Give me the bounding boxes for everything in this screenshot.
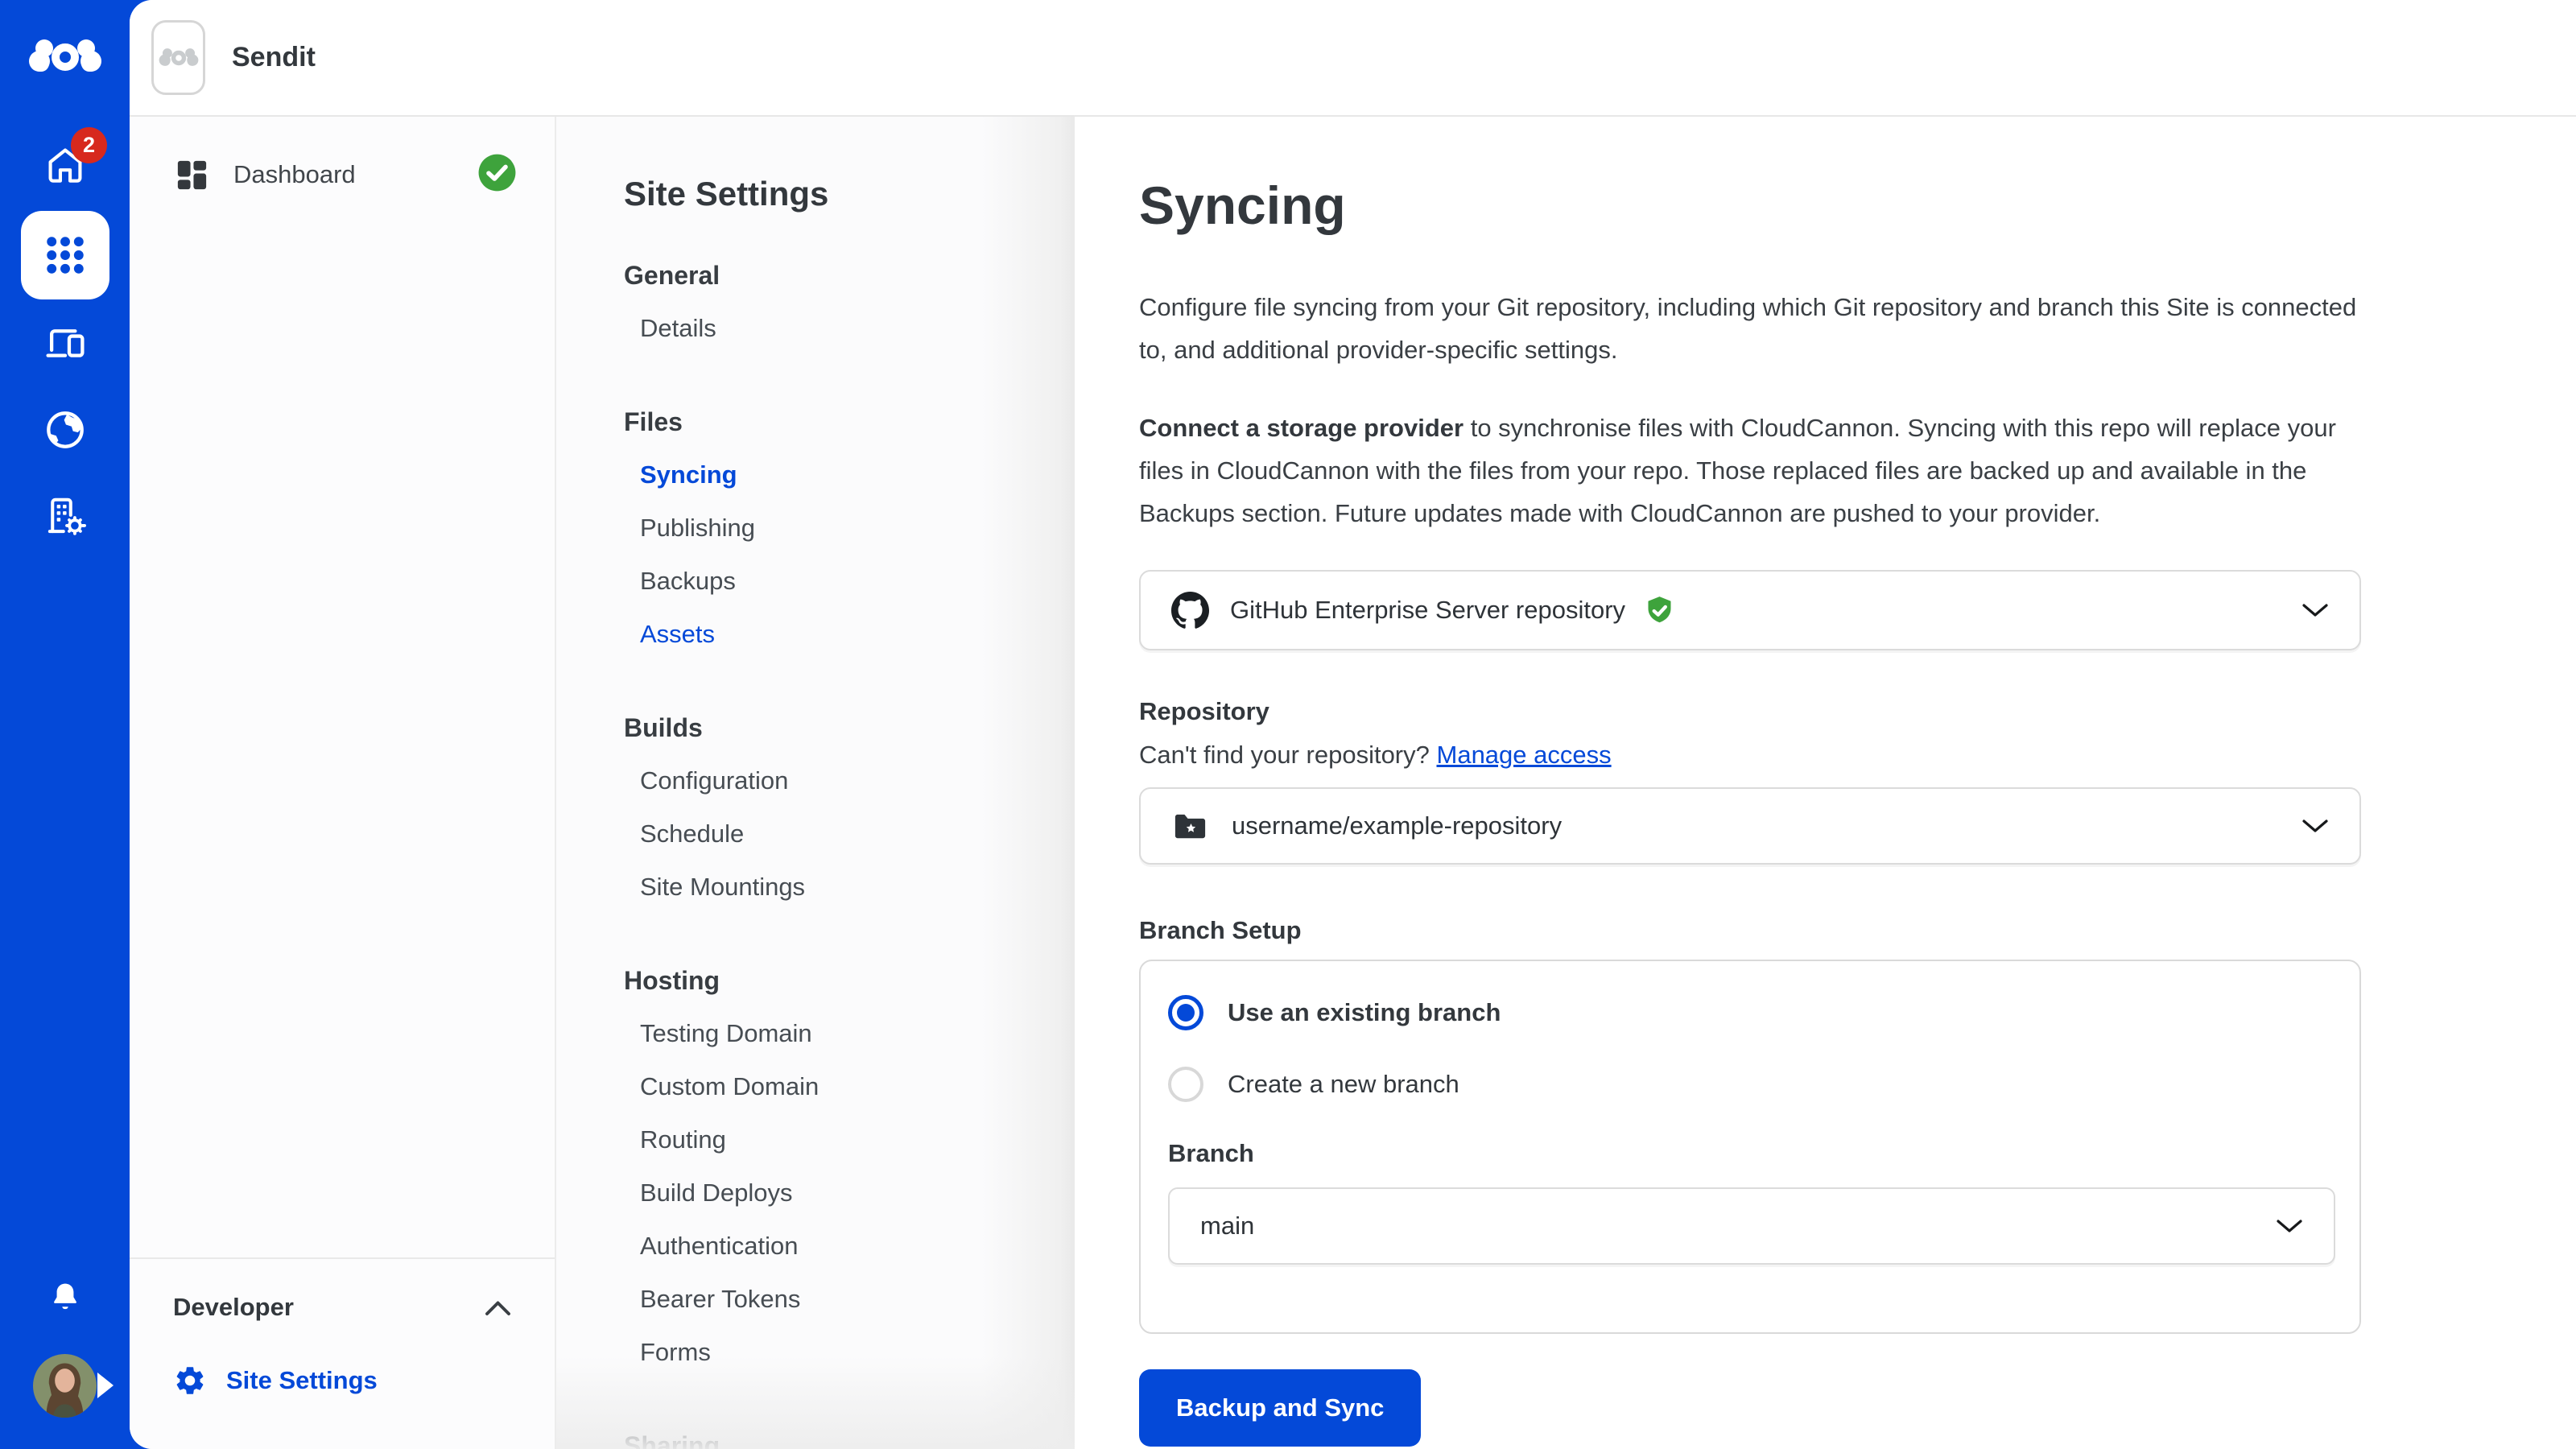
settings-nav-title: Site Settings xyxy=(624,175,1042,213)
settings-section-general: GeneralDetails xyxy=(624,249,1042,355)
settings-nav-assets[interactable]: Assets xyxy=(640,608,1042,661)
settings-nav-panel: Site Settings GeneralDetails FilesSyncing… xyxy=(556,117,1075,1449)
content-sheet: Sendit Dashboard xyxy=(130,0,2576,1449)
apps-grid-icon xyxy=(40,230,90,280)
dashboard-nav-item[interactable]: Dashboard xyxy=(173,151,519,199)
backup-and-sync-button[interactable]: Backup and Sync xyxy=(1139,1369,1421,1447)
site-logo-icon xyxy=(158,39,200,76)
site-name: Sendit xyxy=(232,42,316,73)
globe-icon[interactable] xyxy=(43,408,87,454)
site-logo xyxy=(151,20,205,95)
organization-settings-icon[interactable] xyxy=(43,494,87,540)
radio-selected[interactable] xyxy=(1168,995,1203,1030)
settings-section-hosting: HostingTesting DomainCustom DomainRoutin… xyxy=(624,954,1042,1379)
dashboard-icon xyxy=(173,156,211,194)
settings-section-header-sharing: Sharing xyxy=(624,1419,1042,1449)
syncing-page: Syncing Configure file syncing from your… xyxy=(1075,117,2576,1449)
settings-nav-backups[interactable]: Backups xyxy=(640,555,1042,608)
dashboard-label: Dashboard xyxy=(233,160,356,189)
user-avatar[interactable] xyxy=(33,1354,97,1418)
settings-nav-authentication[interactable]: Authentication xyxy=(640,1220,1042,1273)
provider-paragraph-lead: Connect a storage provider xyxy=(1139,414,1463,442)
settings-section-files: FilesSyncingPublishingBackupsAssets xyxy=(624,395,1042,661)
settings-nav-testing-domain[interactable]: Testing Domain xyxy=(640,1007,1042,1060)
intro-paragraph: Configure file syncing from your Git rep… xyxy=(1139,286,2363,371)
apps-grid-selected[interactable] xyxy=(21,211,109,299)
cloudcannon-logo[interactable] xyxy=(27,23,104,92)
notifications-bell-icon[interactable] xyxy=(45,1278,85,1321)
project-panel: Dashboard Developer xyxy=(130,117,556,1449)
settings-nav-custom-domain[interactable]: Custom Domain xyxy=(640,1060,1042,1113)
settings-nav-site-mountings[interactable]: Site Mountings xyxy=(640,861,1042,914)
settings-nav-syncing[interactable]: Syncing xyxy=(640,448,1042,502)
settings-section-header-files: Files xyxy=(624,395,1042,448)
repository-label: Repository xyxy=(1139,697,2544,726)
chevron-down-icon xyxy=(2276,1218,2303,1234)
page-title: Syncing xyxy=(1139,175,2544,236)
sidebar-expand-handle[interactable] xyxy=(97,1373,114,1398)
settings-nav-bearer-tokens[interactable]: Bearer Tokens xyxy=(640,1273,1042,1326)
create-new-branch-option[interactable]: Create a new branch xyxy=(1168,1067,2332,1102)
storage-provider-select[interactable]: GitHub Enterprise Server repository xyxy=(1139,570,2361,650)
verified-shield-icon xyxy=(1643,594,1676,627)
settings-section-builds: BuildsConfigurationScheduleSite Mounting… xyxy=(624,701,1042,914)
storage-provider-value: GitHub Enterprise Server repository xyxy=(1230,596,1625,625)
app-rail: 2 xyxy=(0,0,130,1449)
chevron-down-icon xyxy=(2301,602,2329,618)
branch-setup-label: Branch Setup xyxy=(1139,916,2544,945)
settings-nav-routing[interactable]: Routing xyxy=(640,1113,1042,1166)
repository-folder-icon xyxy=(1171,807,1209,845)
chevron-down-icon xyxy=(2301,818,2329,834)
settings-nav-publishing[interactable]: Publishing xyxy=(640,502,1042,555)
chevron-up-icon xyxy=(485,1299,511,1316)
branch-setup-box: Use an existing branch Create a new bran… xyxy=(1139,960,2361,1334)
settings-section-header-general: General xyxy=(624,249,1042,302)
manage-access-link[interactable]: Manage access xyxy=(1437,741,1612,769)
developer-label: Developer xyxy=(173,1293,294,1322)
site-settings-nav-item[interactable]: Site Settings xyxy=(173,1364,511,1397)
branch-label: Branch xyxy=(1168,1139,2332,1168)
developer-section: Developer Site Settings xyxy=(130,1257,555,1449)
settings-section-header-builds: Builds xyxy=(624,701,1042,754)
branch-select[interactable]: main xyxy=(1168,1187,2335,1265)
gear-icon xyxy=(173,1364,207,1397)
repository-value: username/example-repository xyxy=(1232,811,1562,840)
settings-nav-build-deploys[interactable]: Build Deploys xyxy=(640,1166,1042,1220)
devices-icon[interactable] xyxy=(43,322,87,368)
repository-select[interactable]: username/example-repository xyxy=(1139,787,2361,865)
developer-section-toggle[interactable]: Developer xyxy=(173,1293,511,1322)
settings-nav-configuration[interactable]: Configuration xyxy=(640,754,1042,807)
site-settings-label: Site Settings xyxy=(226,1366,378,1395)
github-icon xyxy=(1171,592,1209,630)
provider-paragraph: Connect a storage provider to synchronis… xyxy=(1139,407,2363,535)
radio-unselected[interactable] xyxy=(1168,1067,1203,1102)
notification-count-badge: 2 xyxy=(71,127,107,163)
use-existing-branch-option[interactable]: Use an existing branch xyxy=(1168,995,2332,1030)
branch-value: main xyxy=(1200,1212,1254,1241)
top-header: Sendit xyxy=(130,0,2576,117)
settings-section-header-hosting: Hosting xyxy=(624,954,1042,1007)
settings-section-sharing: Sharing xyxy=(624,1419,1042,1449)
status-check-badge xyxy=(475,151,519,199)
settings-nav-schedule[interactable]: Schedule xyxy=(640,807,1042,861)
repository-help: Can't find your repository? Manage acces… xyxy=(1139,741,2544,770)
settings-nav-details[interactable]: Details xyxy=(640,302,1042,355)
settings-nav-forms[interactable]: Forms xyxy=(640,1326,1042,1379)
